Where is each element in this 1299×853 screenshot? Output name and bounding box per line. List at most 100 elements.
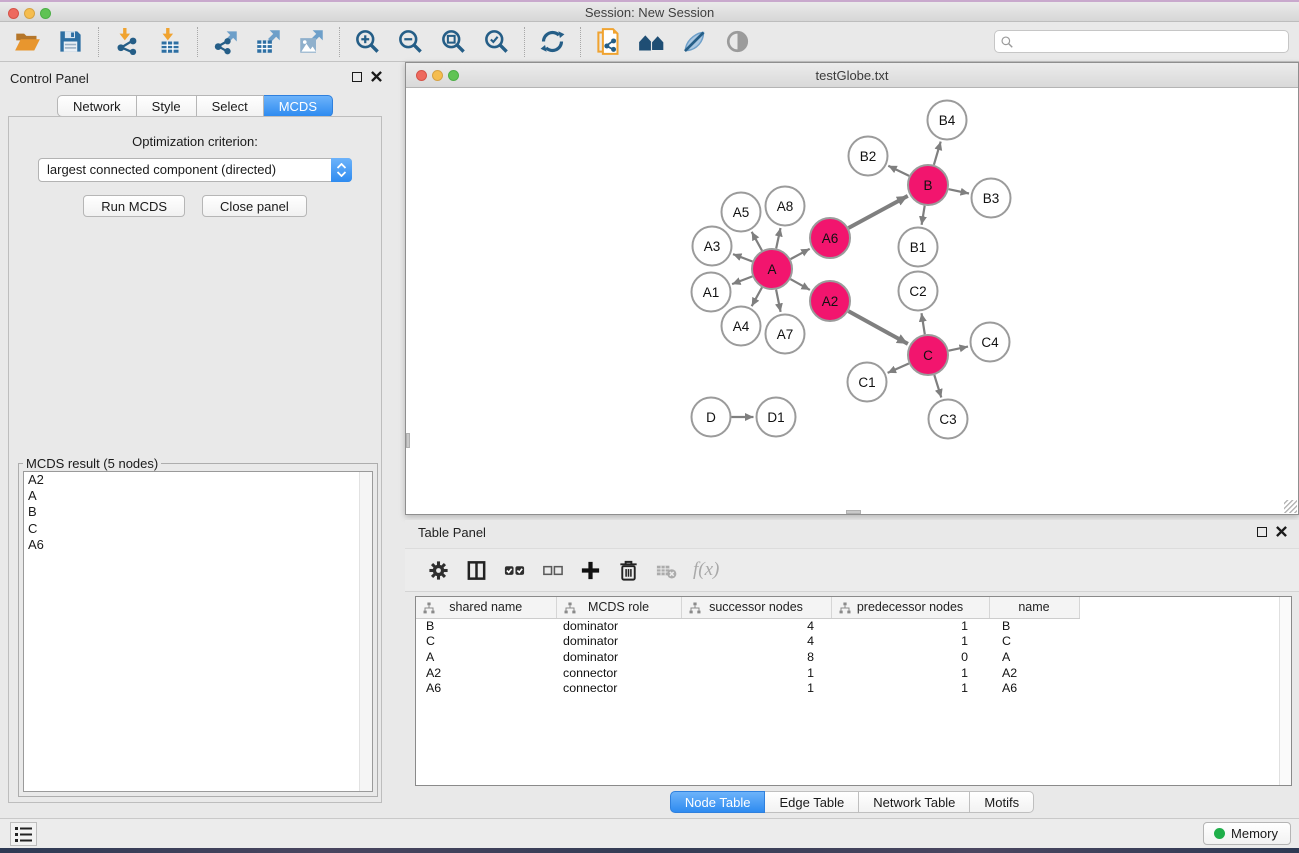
- table-row[interactable]: A6connector11A6: [416, 680, 1079, 696]
- graph-edge-A-A7[interactable]: [776, 290, 781, 312]
- main-titlebar[interactable]: Session: New Session: [0, 2, 1299, 22]
- add-column-button[interactable]: [571, 552, 609, 588]
- float-panel-icon[interactable]: [1257, 527, 1267, 537]
- network-window-titlebar[interactable]: testGlobe.txt: [406, 63, 1298, 88]
- table-row[interactable]: Bdominator41B: [416, 618, 1079, 634]
- graph-edge-A-A3[interactable]: [733, 254, 752, 261]
- deselect-all-button[interactable]: [533, 552, 571, 588]
- zoom-fit-icon: [440, 28, 467, 55]
- float-panel-icon[interactable]: [352, 72, 362, 82]
- toolbar-separator: [580, 27, 581, 57]
- plus-icon: [579, 559, 602, 582]
- graph-edge-A6-B[interactable]: [849, 196, 908, 228]
- graph-edge-C-C4[interactable]: [949, 347, 968, 351]
- clone-network-button[interactable]: [587, 25, 630, 59]
- hide-selected-button[interactable]: [673, 25, 716, 59]
- graph-edge-A-A5[interactable]: [752, 232, 762, 251]
- graph-edge-C-C2[interactable]: [922, 313, 925, 334]
- table-options-button[interactable]: [419, 552, 457, 588]
- graph-edge-A-A2[interactable]: [790, 279, 810, 290]
- graph-node-label: B2: [860, 149, 877, 164]
- list-item[interactable]: B: [24, 504, 372, 520]
- memory-button[interactable]: Memory: [1203, 822, 1291, 845]
- graph-edge-A-A6[interactable]: [791, 249, 810, 259]
- table-row[interactable]: Cdominator41C: [416, 634, 1079, 650]
- list-item[interactable]: C: [24, 521, 372, 537]
- show-columns-button[interactable]: [457, 552, 495, 588]
- window-resize-grip[interactable]: [1284, 500, 1297, 513]
- zoom-out-icon: [397, 28, 424, 55]
- graph-edge-A2-C[interactable]: [848, 311, 908, 344]
- graph-edge-A-A8[interactable]: [776, 228, 780, 248]
- table-cell: 1: [831, 634, 989, 650]
- node-table-area: shared nameMCDS rolesuccessor nodesprede…: [415, 596, 1292, 786]
- graph-edge-A-A1[interactable]: [732, 276, 752, 284]
- save-session-button[interactable]: [49, 25, 92, 59]
- table-row[interactable]: Adominator80A: [416, 649, 1079, 665]
- run-mcds-button[interactable]: Run MCDS: [83, 195, 185, 217]
- control-panel-title: Control Panel: [10, 71, 89, 86]
- table-cell: 1: [831, 680, 989, 696]
- optimization-criterion-select[interactable]: largest connected component (directed): [38, 158, 352, 182]
- mcds-result-list[interactable]: A2ABCA6: [23, 471, 373, 792]
- column-header[interactable]: predecessor nodes: [831, 597, 989, 618]
- network-canvas[interactable]: AA1A2A3A4A5A6A7A8BB1B2B3B4CC1C2C3C4DD1: [406, 88, 1298, 514]
- tab-edge-table[interactable]: Edge Table: [765, 791, 859, 813]
- tab-motifs[interactable]: Motifs: [970, 791, 1034, 813]
- horizontal-scrollbar-thumb[interactable]: [846, 510, 861, 514]
- tab-style[interactable]: Style: [137, 95, 197, 117]
- close-panel-icon[interactable]: [1276, 526, 1287, 537]
- import-table-button[interactable]: [148, 25, 191, 59]
- graph-edge-A-A4[interactable]: [752, 287, 762, 306]
- open-session-button[interactable]: [6, 25, 49, 59]
- export-table-button[interactable]: [247, 25, 290, 59]
- zoom-out-button[interactable]: [389, 25, 432, 59]
- delete-table-button[interactable]: [647, 552, 685, 588]
- column-header[interactable]: MCDS role: [556, 597, 681, 618]
- list-item[interactable]: A2: [24, 472, 372, 488]
- column-header[interactable]: successor nodes: [681, 597, 831, 618]
- export-image-button[interactable]: [290, 25, 333, 59]
- graph-edge-C-C3[interactable]: [934, 375, 941, 398]
- result-list-scrollbar[interactable]: [359, 472, 372, 791]
- table-row[interactable]: A2connector11A2: [416, 665, 1079, 681]
- column-header[interactable]: shared name: [416, 597, 556, 618]
- task-history-button[interactable]: [10, 822, 37, 846]
- tab-network[interactable]: Network: [57, 95, 137, 117]
- show-all-button[interactable]: [716, 25, 759, 59]
- tab-node-table[interactable]: Node Table: [670, 791, 766, 813]
- zoom-in-button[interactable]: [346, 25, 389, 59]
- tab-mcds[interactable]: MCDS: [264, 95, 333, 117]
- graph-edge-B-B1[interactable]: [922, 206, 925, 225]
- zoom-selected-button[interactable]: [475, 25, 518, 59]
- graph-node-label: B4: [939, 113, 956, 128]
- vertical-scrollbar-thumb[interactable]: [406, 433, 410, 448]
- control-panel-tabs: Network Style Select MCDS: [0, 95, 390, 117]
- apply-layout-button[interactable]: [531, 25, 574, 59]
- column-header[interactable]: name: [989, 597, 1079, 618]
- graph-edge-B-B2[interactable]: [888, 166, 909, 176]
- delete-columns-button[interactable]: [609, 552, 647, 588]
- first-neighbors-button[interactable]: [630, 25, 673, 59]
- search-input[interactable]: [1014, 32, 1288, 51]
- apply-function-button[interactable]: f(x): [693, 559, 719, 581]
- list-item[interactable]: A6: [24, 537, 372, 553]
- export-network-button[interactable]: [204, 25, 247, 59]
- select-all-button[interactable]: [495, 552, 533, 588]
- graph-edge-B-B3[interactable]: [949, 189, 969, 193]
- search-field[interactable]: [994, 30, 1289, 53]
- list-item[interactable]: A: [24, 488, 372, 504]
- tab-network-table[interactable]: Network Table: [859, 791, 970, 813]
- import-network-button[interactable]: [105, 25, 148, 59]
- close-panel-icon[interactable]: [371, 71, 382, 82]
- import-table-icon: [156, 28, 183, 55]
- close-panel-button[interactable]: Close panel: [202, 195, 307, 217]
- graph-edge-C-C1[interactable]: [888, 364, 909, 373]
- graph-node-label: D1: [767, 410, 784, 425]
- tab-select[interactable]: Select: [197, 95, 264, 117]
- dropdown-stepper-icon: [331, 158, 352, 182]
- table-scrollbar[interactable]: [1279, 597, 1291, 785]
- zoom-fit-button[interactable]: [432, 25, 475, 59]
- graph-node-label: B: [923, 178, 932, 193]
- graph-edge-B-B4[interactable]: [934, 142, 941, 165]
